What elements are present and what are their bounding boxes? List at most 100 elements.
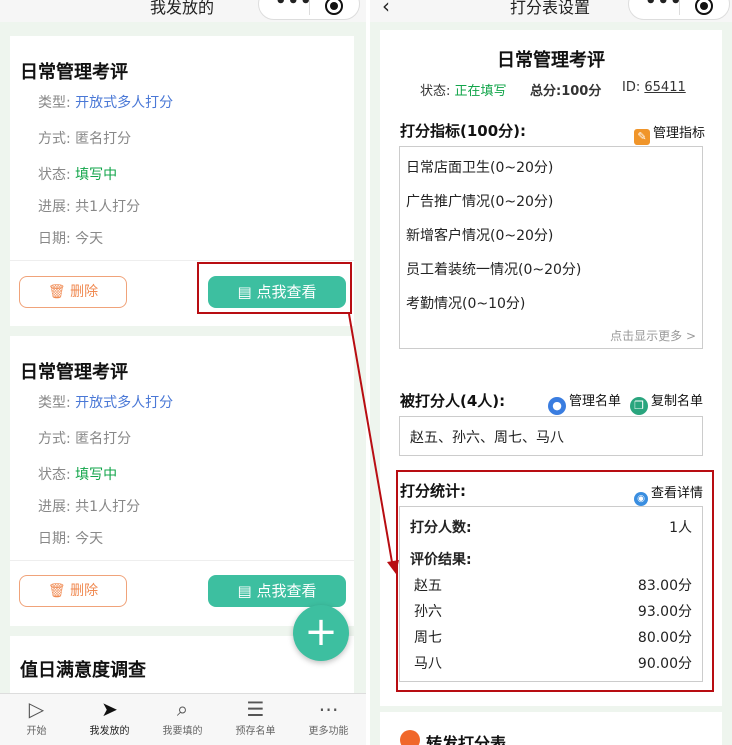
forward-icon — [400, 730, 420, 745]
tab-label: 预存名单 — [235, 726, 276, 737]
page-title: 我发放的 — [150, 0, 215, 17]
task-card[interactable]: 日常管理考评 类型: 开放式多人打分 方式: 匿名打分 状态: 填写中 进展: … — [10, 336, 354, 626]
trash-icon: 🗑 — [47, 583, 66, 599]
total-label: 总分: — [530, 84, 562, 99]
tab-start[interactable]: ▷ 开始 — [0, 694, 73, 745]
mode-label: 方式: — [38, 131, 71, 147]
document-icon: ▤ — [237, 582, 252, 600]
mode-label: 方式: — [38, 431, 71, 447]
forward-label: 转发打分表 — [426, 734, 507, 745]
status-label: 状态: — [420, 84, 451, 99]
capsule-menu[interactable]: ••• — [258, 0, 360, 20]
date-label: 日期: — [38, 231, 71, 247]
capsule-menu[interactable]: ••• — [628, 0, 730, 20]
form-title: 日常管理考评 — [497, 50, 605, 71]
indicators-label: 打分指标(100分): — [400, 122, 527, 140]
plus-icon: + — [304, 609, 338, 655]
search-icon: ⌕ — [176, 697, 189, 721]
card-type-row: 类型: 开放式多人打分 — [38, 392, 173, 412]
target-icon[interactable] — [695, 0, 713, 15]
more-dots-icon[interactable]: ••• — [275, 0, 313, 12]
id-value[interactable]: 65411 — [644, 80, 685, 95]
rated-people-box: 赵五、孙六、周七、马八 — [399, 416, 703, 456]
progress-value: 共1人打分 — [75, 499, 141, 515]
type-label: 类型: — [38, 395, 71, 411]
indicator-item: 广告推广情况(0~20分) — [406, 194, 554, 210]
chevron-left-icon[interactable]: ‹ — [382, 0, 390, 18]
capsule-divider — [309, 0, 310, 15]
status-label: 状态: — [38, 167, 71, 183]
card-date-row: 日期: 今天 — [38, 528, 103, 548]
nav-bar: 我发放的 ••• — [0, 0, 366, 22]
indicator-item: 考勤情况(0~10分) — [406, 296, 526, 312]
copy-list-label: 复制名单 — [651, 394, 704, 409]
mode-value: 匿名打分 — [75, 131, 132, 147]
send-icon: ➤ — [101, 697, 118, 721]
forward-card[interactable]: 转发打分表 — [380, 712, 722, 745]
divider — [10, 560, 354, 561]
card-status-row: 状态: 填写中 — [38, 164, 117, 184]
rated-people-label: 被打分人(4人): — [400, 392, 506, 410]
copy-list-button[interactable]: ❐ 复制名单 — [630, 390, 703, 415]
add-button[interactable]: + — [293, 605, 349, 661]
date-label: 日期: — [38, 531, 71, 547]
card-title: 值日满意度调查 — [20, 660, 146, 681]
date-value: 今天 — [75, 231, 104, 247]
indicator-item: 新增客户情况(0~20分) — [406, 228, 554, 244]
status-value: 正在填写 — [454, 84, 507, 99]
highlight-box — [396, 470, 714, 692]
more-dots-icon[interactable]: ••• — [645, 0, 683, 12]
id-label: ID: — [622, 80, 641, 95]
delete-button[interactable]: 🗑 删除 — [19, 276, 127, 308]
tab-to-fill[interactable]: ⌕ 我要填的 — [146, 694, 219, 745]
card-date-row: 日期: 今天 — [38, 228, 103, 248]
manage-list-label: 管理名单 — [569, 394, 622, 409]
copy-icon: ❐ — [630, 397, 648, 415]
indicator-item: 员工着装统一情况(0~20分) — [406, 262, 582, 278]
tab-bar: ▷ 开始 ➤ 我发放的 ⌕ 我要填的 ☰ 预存名单 ⋯ 更多功能 — [0, 693, 366, 745]
total-meta: 总分:100分 — [530, 80, 601, 99]
delete-button[interactable]: 🗑 删除 — [19, 575, 127, 607]
status-value: 填写中 — [75, 467, 118, 483]
right-screen: ‹ 打分表设置 ••• 日常管理考评 状态: 正在填写 总分:100分 ID: … — [370, 0, 732, 745]
view-button[interactable]: ▤ 点我查看 — [208, 575, 346, 607]
person-icon: ● — [548, 397, 566, 415]
id-meta: ID: 65411 — [622, 80, 686, 95]
tab-label: 更多功能 — [308, 726, 349, 737]
rated-people-value: 赵五、孙六、周七、马八 — [410, 430, 564, 446]
capsule-divider — [679, 0, 680, 15]
progress-label: 进展: — [38, 499, 71, 515]
card-progress-row: 进展: 共1人打分 — [38, 496, 140, 516]
list-icon: ☰ — [246, 697, 265, 721]
trash-icon: 🗑 — [47, 284, 66, 300]
tab-sent[interactable]: ➤ 我发放的 — [73, 694, 146, 745]
view-label: 点我查看 — [256, 582, 317, 600]
card-status-row: 状态: 填写中 — [38, 464, 117, 484]
left-screen: 我发放的 ••• 日常管理考评 类型: 开放式多人打分 方式: 匿名打分 状态:… — [0, 0, 366, 745]
nav-bar: ‹ 打分表设置 ••• — [370, 0, 732, 22]
tab-label: 开始 — [26, 726, 47, 737]
show-more-link[interactable]: 点击显示更多 > — [610, 327, 696, 344]
type-value: 开放式多人打分 — [75, 95, 174, 111]
page-title: 打分表设置 — [510, 0, 591, 17]
manage-indicators-button[interactable]: ✎ 管理指标 — [634, 122, 705, 145]
card-title: 日常管理考评 — [20, 362, 128, 383]
indicator-item: 日常店面卫生(0~20分) — [406, 160, 554, 176]
tab-saved-lists[interactable]: ☰ 预存名单 — [219, 694, 292, 745]
card-mode-row: 方式: 匿名打分 — [38, 428, 131, 448]
indicators-box: 日常店面卫生(0~20分) 广告推广情况(0~20分) 新增客户情况(0~20分… — [399, 146, 703, 349]
target-icon[interactable] — [325, 0, 343, 15]
mode-value: 匿名打分 — [75, 431, 132, 447]
card-mode-row: 方式: 匿名打分 — [38, 128, 131, 148]
type-label: 类型: — [38, 95, 71, 111]
edit-icon: ✎ — [634, 129, 650, 145]
manage-indicators-label: 管理指标 — [653, 126, 706, 141]
card-type-row: 类型: 开放式多人打分 — [38, 92, 173, 112]
card-title: 日常管理考评 — [20, 62, 128, 83]
highlight-box — [197, 262, 352, 314]
tab-label: 我发放的 — [89, 726, 130, 737]
tab-more[interactable]: ⋯ 更多功能 — [292, 694, 365, 745]
divider — [10, 260, 354, 261]
manage-list-button[interactable]: ● 管理名单 — [548, 390, 621, 415]
date-value: 今天 — [75, 531, 104, 547]
